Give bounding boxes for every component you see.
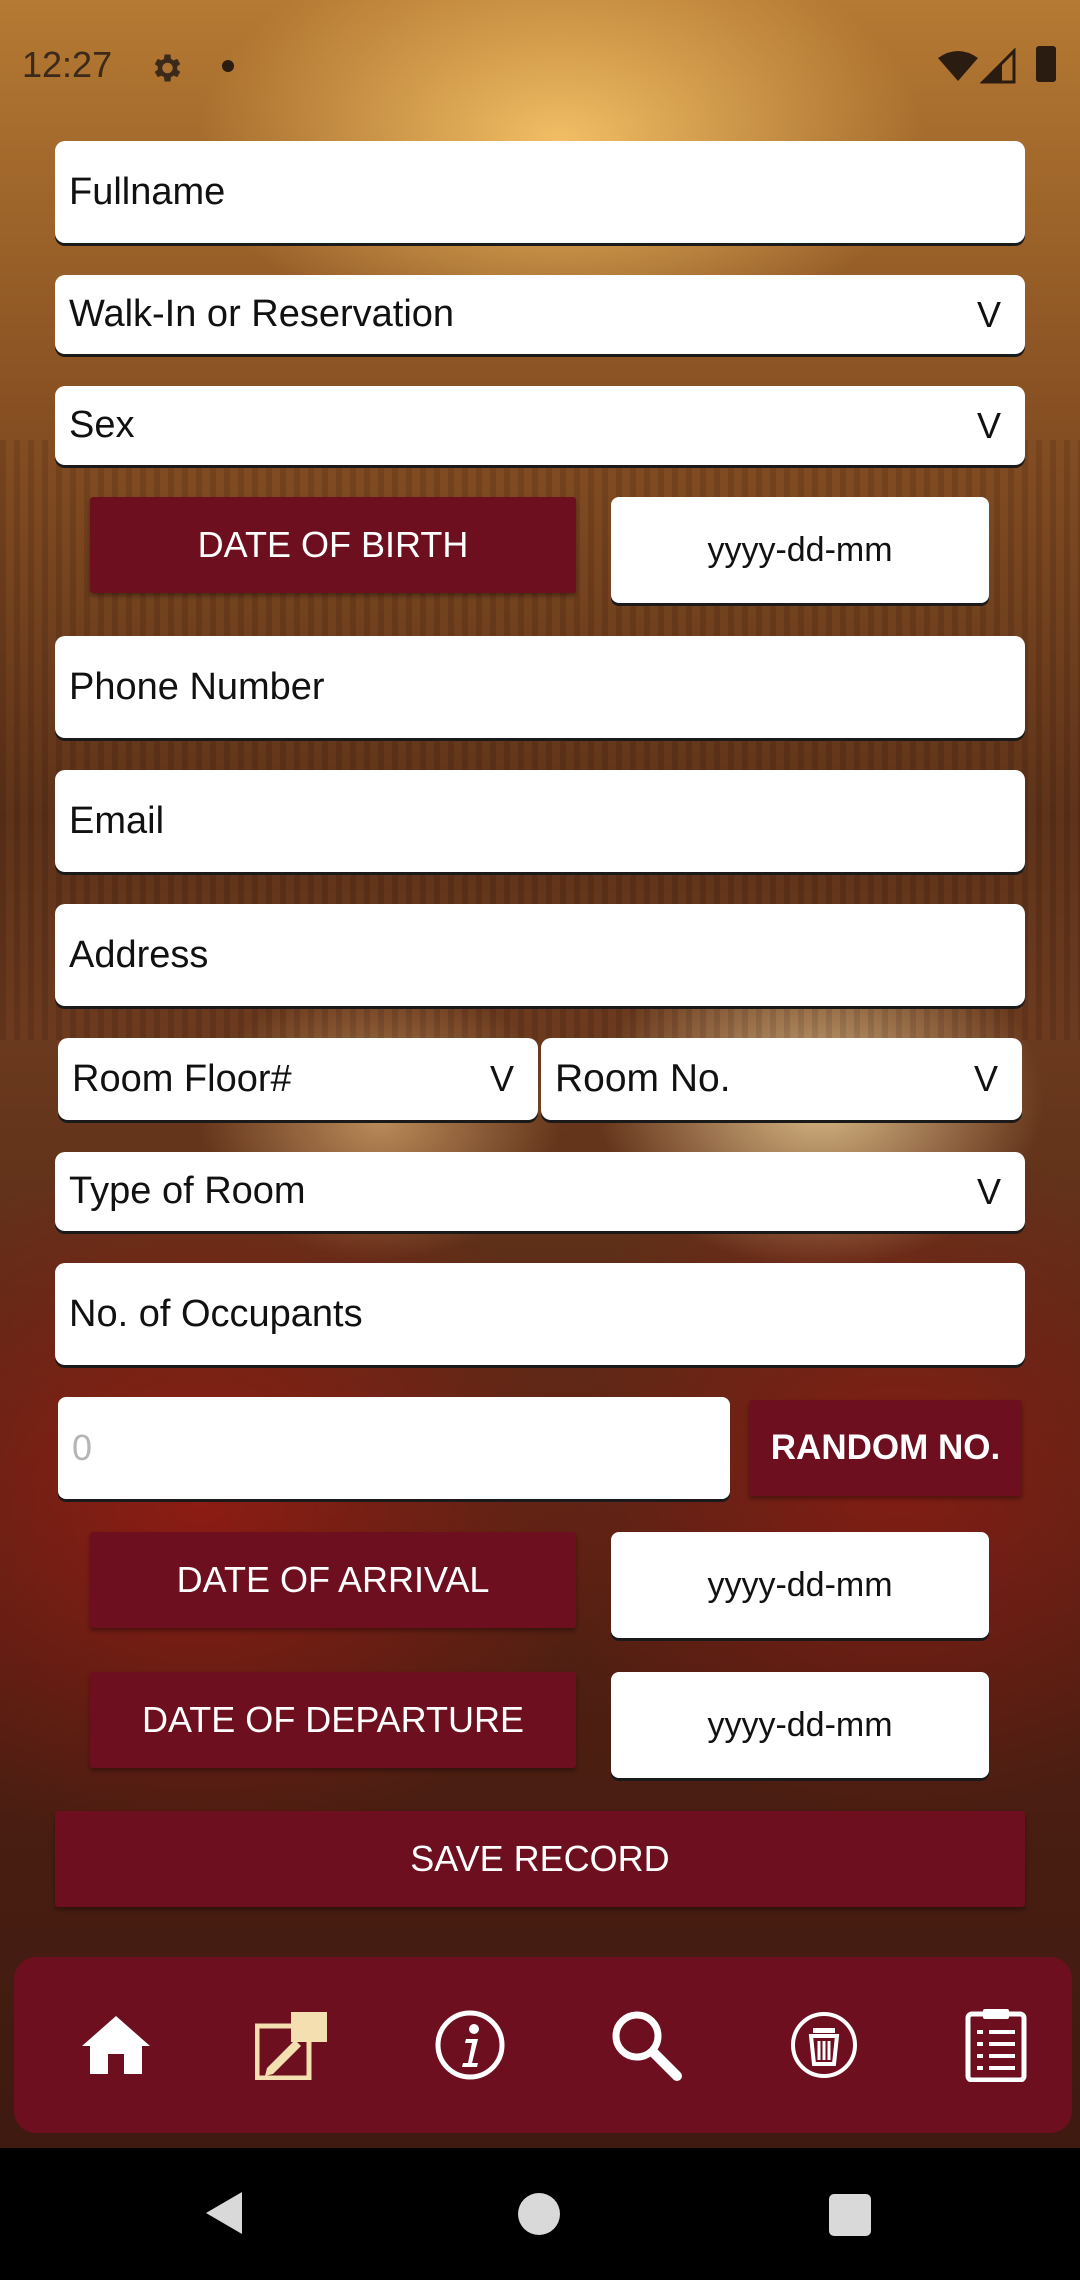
home-circle-icon[interactable] <box>518 2193 560 2235</box>
occupants-field[interactable]: No. of Occupants <box>55 1263 1025 1365</box>
nav-delete[interactable] <box>764 1957 884 2133</box>
records-list-icon <box>965 2009 1027 2082</box>
date-of-departure-button[interactable]: DATE OF DEPARTURE <box>90 1672 576 1768</box>
phone-number-placeholder: Phone Number <box>69 665 325 708</box>
back-icon[interactable] <box>204 2190 244 2236</box>
save-record-button[interactable]: SAVE RECORD <box>55 1811 1025 1907</box>
random-number-value: 0 <box>72 1427 93 1468</box>
bottom-navigation <box>14 1957 1072 2133</box>
date-of-birth-button[interactable]: DATE OF BIRTH <box>90 497 576 593</box>
gear-icon <box>154 54 181 82</box>
home-icon <box>82 2016 150 2074</box>
room-floor-label: Room Floor# <box>72 1057 292 1100</box>
date-of-birth-text: yyyy-dd-mm <box>707 530 893 569</box>
room-no-label: Room No. <box>555 1057 731 1100</box>
address-placeholder: Address <box>69 933 209 976</box>
room-no-select[interactable]: Room No. V <box>541 1038 1022 1120</box>
date-of-arrival-button[interactable]: DATE OF ARRIVAL <box>90 1532 576 1628</box>
date-of-arrival-text: yyyy-dd-mm <box>707 1565 893 1604</box>
date-of-birth-value[interactable]: yyyy-dd-mm <box>611 497 989 603</box>
email-field[interactable]: Email <box>55 770 1025 872</box>
status-time: 12:27 <box>22 44 113 85</box>
room-type-label: Type of Room <box>69 1170 306 1212</box>
search-icon <box>612 2011 682 2081</box>
info-icon <box>435 2010 505 2080</box>
room-floor-select[interactable]: Room Floor# V <box>58 1038 538 1120</box>
delete-icon <box>791 2012 857 2078</box>
edit-record-icon <box>255 2012 327 2080</box>
recents-square-icon[interactable] <box>829 2194 871 2236</box>
address-field[interactable]: Address <box>55 904 1025 1006</box>
nav-edit-record[interactable] <box>232 1957 352 2133</box>
occupants-placeholder: No. of Occupants <box>69 1292 363 1335</box>
nav-info[interactable] <box>410 1957 530 2133</box>
date-of-departure-text: yyyy-dd-mm <box>707 1705 893 1744</box>
fullname-placeholder: Fullname <box>69 170 226 213</box>
chevron-down-icon: V <box>976 1170 1001 1212</box>
date-of-arrival-value[interactable]: yyyy-dd-mm <box>611 1532 989 1638</box>
date-of-birth-label: DATE OF BIRTH <box>197 524 469 565</box>
fullname-field[interactable]: Fullname <box>55 141 1025 243</box>
nav-home[interactable] <box>56 1957 176 2133</box>
date-of-departure-label: DATE OF DEPARTURE <box>141 1699 525 1740</box>
chevron-down-icon: V <box>489 1058 514 1099</box>
save-record-label: SAVE RECORD <box>410 1838 670 1879</box>
nav-records-list[interactable] <box>936 1957 1056 2133</box>
date-of-arrival-label: DATE OF ARRIVAL <box>176 1559 490 1600</box>
status-bar: 12:27 <box>0 0 1080 130</box>
battery-icon <box>1036 46 1056 82</box>
sex-select[interactable]: Sex V <box>55 386 1025 465</box>
random-number-input[interactable]: 0 <box>58 1397 730 1499</box>
chevron-down-icon: V <box>976 404 1001 446</box>
notification-dot-icon <box>222 60 234 72</box>
date-of-departure-value[interactable]: yyyy-dd-mm <box>611 1672 989 1778</box>
phone-number-field[interactable]: Phone Number <box>55 636 1025 738</box>
wifi-icon <box>938 51 978 81</box>
nav-search[interactable] <box>586 1957 706 2133</box>
random-number-button[interactable]: RANDOM NO. <box>749 1400 1022 1496</box>
email-placeholder: Email <box>69 799 165 842</box>
sex-label: Sex <box>69 404 135 446</box>
chevron-down-icon: V <box>976 293 1001 335</box>
walkin-reservation-label: Walk-In or Reservation <box>69 293 455 335</box>
signal-icon <box>980 48 1016 84</box>
chevron-down-icon: V <box>973 1058 998 1099</box>
walkin-reservation-select[interactable]: Walk-In or Reservation V <box>55 275 1025 354</box>
random-number-label: RANDOM NO. <box>770 1428 1001 1467</box>
room-type-select[interactable]: Type of Room V <box>55 1152 1025 1231</box>
